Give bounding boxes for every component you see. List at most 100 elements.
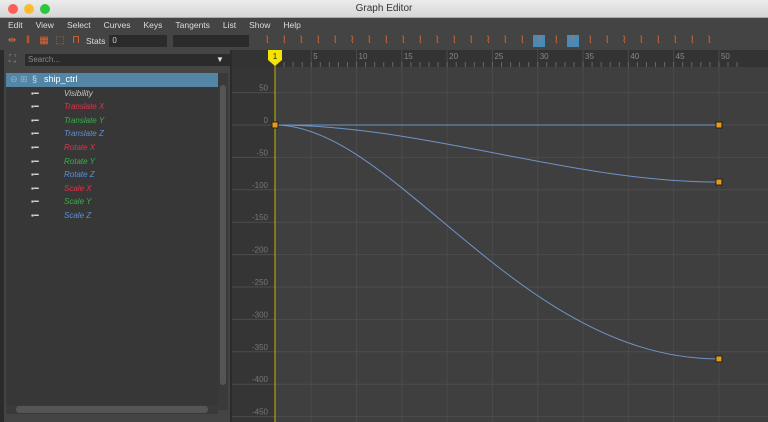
channel-rotate-y[interactable]: ▪━ Rotate Y xyxy=(6,155,218,169)
tangent-linear-icon[interactable]: ⌇ xyxy=(363,35,375,47)
title-bar: Graph Editor xyxy=(0,0,768,18)
x-tick-label: 25 xyxy=(494,52,503,61)
x-tick-label: 50 xyxy=(721,52,730,61)
plug-icon: ▪━ xyxy=(31,183,39,193)
show-all-icon[interactable]: ⌇ xyxy=(635,35,647,47)
channel-scale-y[interactable]: ▪━ Scale Y xyxy=(6,195,218,209)
menu-show[interactable]: Show xyxy=(249,18,270,32)
window-title: Graph Editor xyxy=(355,3,413,14)
stats-label: Stats xyxy=(86,36,106,46)
plug-icon: ▪━ xyxy=(31,115,39,125)
unify-tangents-icon[interactable]: ⌇ xyxy=(482,35,494,47)
frame-select-icon[interactable]: ⛶ xyxy=(9,54,16,65)
frame-all-icon[interactable]: ⌇ xyxy=(261,35,273,47)
menu-edit[interactable]: Edit xyxy=(8,18,23,32)
channel-label: Translate Y xyxy=(64,115,105,125)
isolate-icon[interactable]: ⌇ xyxy=(652,35,664,47)
frame-playback-icon[interactable]: ⌇ xyxy=(278,35,290,47)
channel-label: Rotate Y xyxy=(64,156,95,166)
channel-translate-z[interactable]: ▪━ Translate Z xyxy=(6,127,218,141)
close-button[interactable] xyxy=(8,4,18,14)
keyframe[interactable] xyxy=(715,121,723,129)
channel-visibility[interactable]: ▪━ Visibility xyxy=(6,87,218,101)
channel-label: Scale Y xyxy=(64,197,92,207)
tangent-auto-icon[interactable]: ⌇ xyxy=(312,35,324,47)
minimize-button[interactable] xyxy=(24,4,34,14)
channel-scale-z[interactable]: ▪━ Scale Z xyxy=(6,209,218,223)
tangent-spline-icon[interactable]: ⌇ xyxy=(329,35,341,47)
menu-tangents[interactable]: Tangents xyxy=(175,18,210,32)
y-tick-label: -300 xyxy=(252,310,269,319)
menu-keys[interactable]: Keys xyxy=(144,18,163,32)
menu-select[interactable]: Select xyxy=(67,18,91,32)
keyframe[interactable] xyxy=(715,178,723,186)
x-tick-label: 35 xyxy=(585,52,594,61)
channel-label: Translate Z xyxy=(64,129,104,139)
free-weight-icon[interactable]: ⌇ xyxy=(499,35,511,47)
break-tangents-icon[interactable]: ⌇ xyxy=(465,35,477,47)
collapse-icon[interactable]: ⊖ ⊞ xyxy=(10,73,28,87)
buffer-snapshot-icon[interactable]: ⌇ xyxy=(448,35,460,47)
tangent-plateau-icon[interactable]: ⌇ xyxy=(414,35,426,47)
curve-view-icon[interactable]: ⌇ xyxy=(533,35,546,47)
menu-view[interactable]: View xyxy=(36,18,54,32)
channel-label: Scale X xyxy=(64,183,92,193)
toolbar: ⇹ ‖ ▦ ⬚ Π Stats 0 ⌇ ⌇ ⌇ ⌇ ⌇ ⌇ ⌇ ⌇ ⌇ ⌇ ⌇ ⌇ ⌇ ⌇ ⌇ ⌇ ⌇ ⌇ ⌇ ⌇ ⌇ ⌇… xyxy=(0,32,768,50)
stacked-view-icon[interactable]: ⌇ xyxy=(550,35,562,47)
keyframe[interactable] xyxy=(715,355,723,363)
plug-icon: ▪━ xyxy=(31,102,39,112)
vertical-scrollbar[interactable] xyxy=(218,73,228,410)
retime-icon[interactable]: Π xyxy=(70,35,82,47)
pre-infinity-icon[interactable]: ⌇ xyxy=(567,35,580,47)
channel-list: ⊖ ⊞ § ship_ctrl ▪━ Visibility ▪━ Translate … xyxy=(6,73,218,408)
channel-rotate-x[interactable]: ▪━ Rotate X xyxy=(6,141,218,155)
y-tick-label: 0 xyxy=(264,116,269,125)
animation-curve[interactable] xyxy=(274,124,719,360)
plug-icon: ▪━ xyxy=(31,170,39,180)
channel-label: Scale Z xyxy=(64,210,92,220)
channel-label: Rotate Z xyxy=(64,170,95,180)
lattice-deform-icon[interactable]: ▦ xyxy=(38,35,50,47)
dope-sheet-icon[interactable]: ⌇ xyxy=(669,35,681,47)
outliner-object-ship-ctrl[interactable]: ⊖ ⊞ § ship_ctrl xyxy=(6,73,218,87)
post-infinity-icon[interactable]: ⌇ xyxy=(584,35,596,47)
outliner-panel: ⛶ Search... ▼ ⊖ ⊞ § ship_ctrl ▪━ Visibili… xyxy=(4,50,230,422)
normalize-icon[interactable]: ⌇ xyxy=(601,35,613,47)
y-tick-label: -200 xyxy=(252,246,269,255)
buffer-swap-icon[interactable]: ⌇ xyxy=(431,35,443,47)
x-tick-label: 5 xyxy=(313,52,318,61)
y-tick-label: -400 xyxy=(252,375,269,384)
center-current-icon[interactable]: ⌇ xyxy=(295,35,307,47)
horizontal-scrollbar[interactable] xyxy=(6,405,218,414)
region-select-icon[interactable]: ⬚ xyxy=(54,35,66,47)
tangent-step-icon[interactable]: ⌇ xyxy=(397,35,409,47)
plug-icon: ▪━ xyxy=(31,142,39,152)
menu-list[interactable]: List xyxy=(223,18,236,32)
y-tick-label: -150 xyxy=(252,213,269,222)
channel-scale-x[interactable]: ▪━ Scale X xyxy=(6,182,218,196)
animation-curve[interactable] xyxy=(274,124,719,183)
lock-weight-icon[interactable]: ⌇ xyxy=(516,35,528,47)
plug-icon: ▪━ xyxy=(31,156,39,166)
tangent-flat-icon[interactable]: ⌇ xyxy=(380,35,392,47)
trax-editor-icon[interactable]: ⌇ xyxy=(686,35,698,47)
channel-translate-y[interactable]: ▪━ Translate Y xyxy=(6,114,218,128)
channel-rotate-z[interactable]: ▪━ Rotate Z xyxy=(6,168,218,182)
value-field[interactable] xyxy=(173,35,250,47)
tangent-clamped-icon[interactable]: ⌇ xyxy=(346,35,358,47)
graph-canvas[interactable]: 50 0 -50 -100 -150 -200 -250 -300 -350 -400 -450 5 1… xyxy=(232,50,768,422)
stats-field[interactable]: 0 xyxy=(109,35,168,47)
maximize-button[interactable] xyxy=(40,4,50,14)
search-dropdown-icon[interactable]: ▼ xyxy=(216,55,224,64)
insert-key-icon[interactable]: ‖ xyxy=(22,35,34,47)
channel-translate-x[interactable]: ▪━ Translate X xyxy=(6,100,218,114)
search-input[interactable]: Search... xyxy=(25,54,230,66)
time-editor-icon[interactable]: ⌇ xyxy=(703,35,715,47)
menu-help[interactable]: Help xyxy=(283,18,300,32)
menu-curves[interactable]: Curves xyxy=(104,18,131,32)
denormalize-icon[interactable]: ⌇ xyxy=(618,35,630,47)
keyframe[interactable] xyxy=(271,121,279,129)
y-tick-label: -100 xyxy=(252,181,269,190)
move-nearest-key-icon[interactable]: ⇹ xyxy=(6,35,18,47)
graph-view[interactable]: 50 0 -50 -100 -150 -200 -250 -300 -350 -400 -450 5 1… xyxy=(232,50,768,422)
